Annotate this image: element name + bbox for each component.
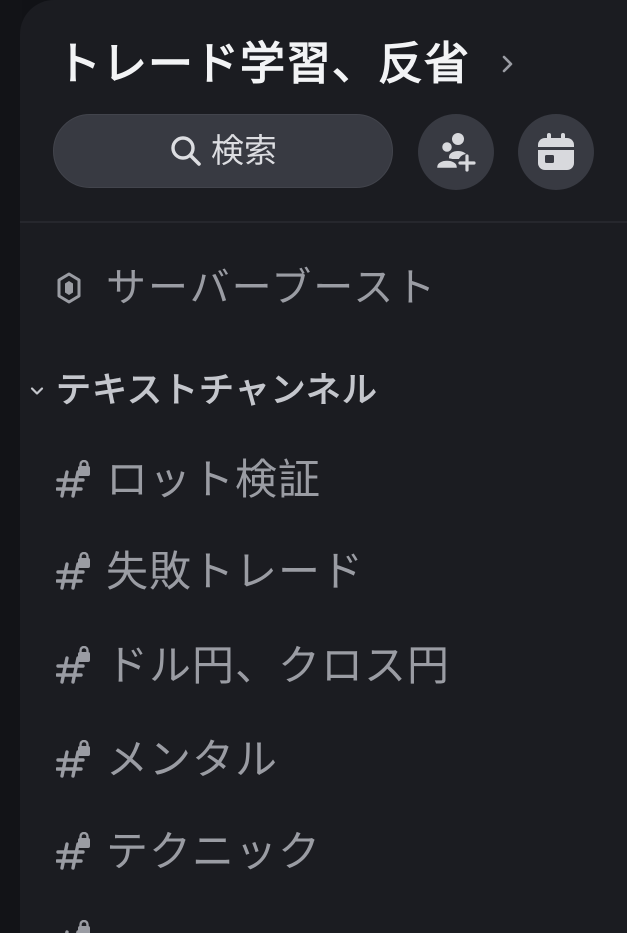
chevron-down-icon: [30, 387, 44, 395]
channel-name: 失敗トレード: [106, 547, 365, 596]
search-icon: [171, 136, 201, 166]
app-frame: トレード学習、反省 検索 サーバーブースト テキストチャンネル ロット検証 失敗…: [0, 0, 627, 933]
channel-name: ドル円、クロス円: [106, 641, 451, 690]
calendar-icon: [538, 133, 574, 170]
server-name[interactable]: トレード学習、反省: [56, 34, 470, 94]
header-divider: [20, 221, 627, 223]
channel-item[interactable]: テクニック: [56, 820, 321, 884]
server-boost-item[interactable]: サーバーブースト: [56, 258, 437, 318]
channel-item-partial[interactable]: [56, 908, 92, 933]
locked-channel-hash-icon: [56, 460, 90, 498]
category-label: テキストチャンネル: [56, 371, 378, 411]
channel-item[interactable]: ドル円、クロス円: [56, 634, 450, 698]
invite-members-button[interactable]: [418, 114, 494, 190]
search-label: 検索: [211, 131, 277, 170]
channel-name: ロット検証: [106, 455, 322, 504]
search-button[interactable]: 検索: [53, 114, 393, 188]
channel-sidebar: トレード学習、反省 検索 サーバーブースト テキストチャンネル ロット検証 失敗…: [20, 0, 627, 933]
add-member-icon: [434, 133, 476, 172]
channel-name: メンタル: [106, 735, 279, 784]
locked-channel-hash-icon: [65, 920, 90, 933]
chevron-right-icon[interactable]: [498, 50, 518, 78]
boost-gem-icon: [57, 272, 81, 304]
channel-item[interactable]: メンタル: [56, 728, 278, 792]
locked-channel-hash-icon: [56, 832, 90, 870]
locked-channel-hash-icon: [56, 740, 90, 778]
locked-channel-hash-icon: [56, 646, 90, 684]
channel-item[interactable]: ロット検証: [56, 448, 321, 512]
category-text-channels[interactable]: テキストチャンネル: [28, 364, 378, 418]
events-button[interactable]: [518, 114, 594, 190]
channel-item[interactable]: 失敗トレード: [56, 540, 364, 604]
channel-name: テクニック: [106, 827, 322, 876]
locked-channel-hash-icon: [56, 552, 90, 590]
server-boost-label: サーバーブースト: [106, 265, 438, 311]
server-rail-edge: [0, 0, 22, 933]
